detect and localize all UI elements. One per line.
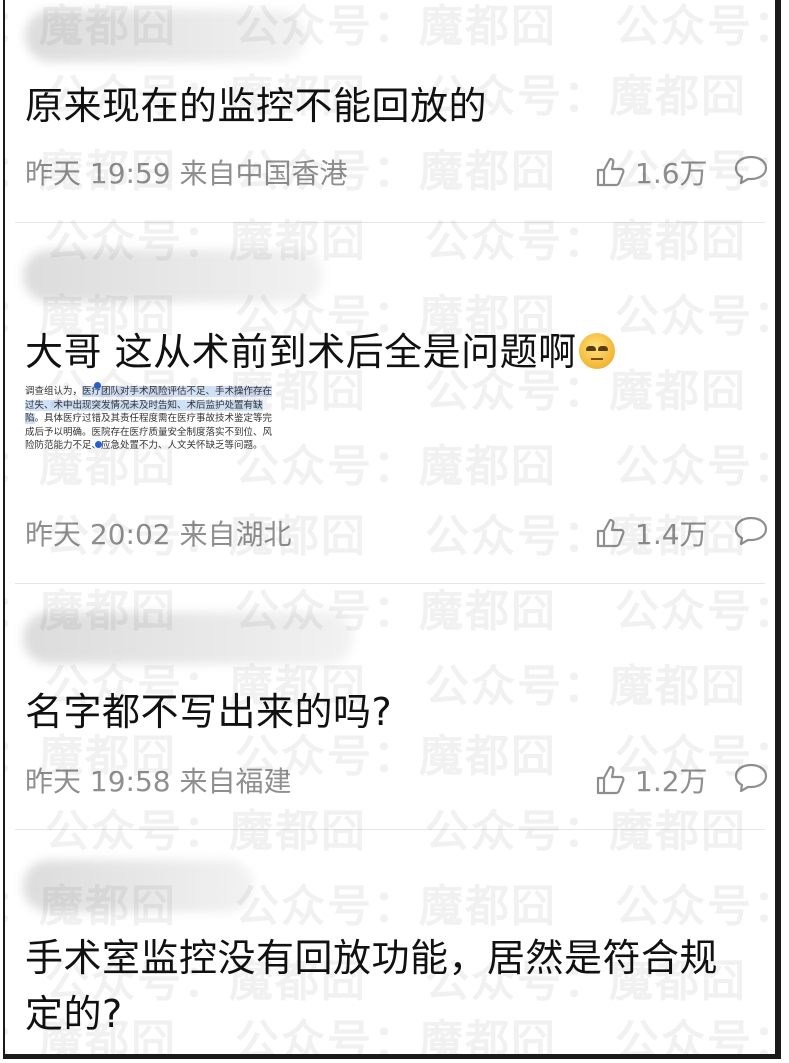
avatar-username-blurred[interactable] bbox=[23, 860, 253, 912]
comment-item: 手术室监控没有回放功能，居然是符合规定的? bbox=[5, 0, 775, 1054]
comment-text: 手术室监控没有回放功能，居然是符合规定的? bbox=[25, 936, 719, 1036]
comment-list: 原来现在的监控不能回放的 昨天 19:59 来自中国香港 1.6万 大哥 这从术… bbox=[3, 0, 781, 1059]
